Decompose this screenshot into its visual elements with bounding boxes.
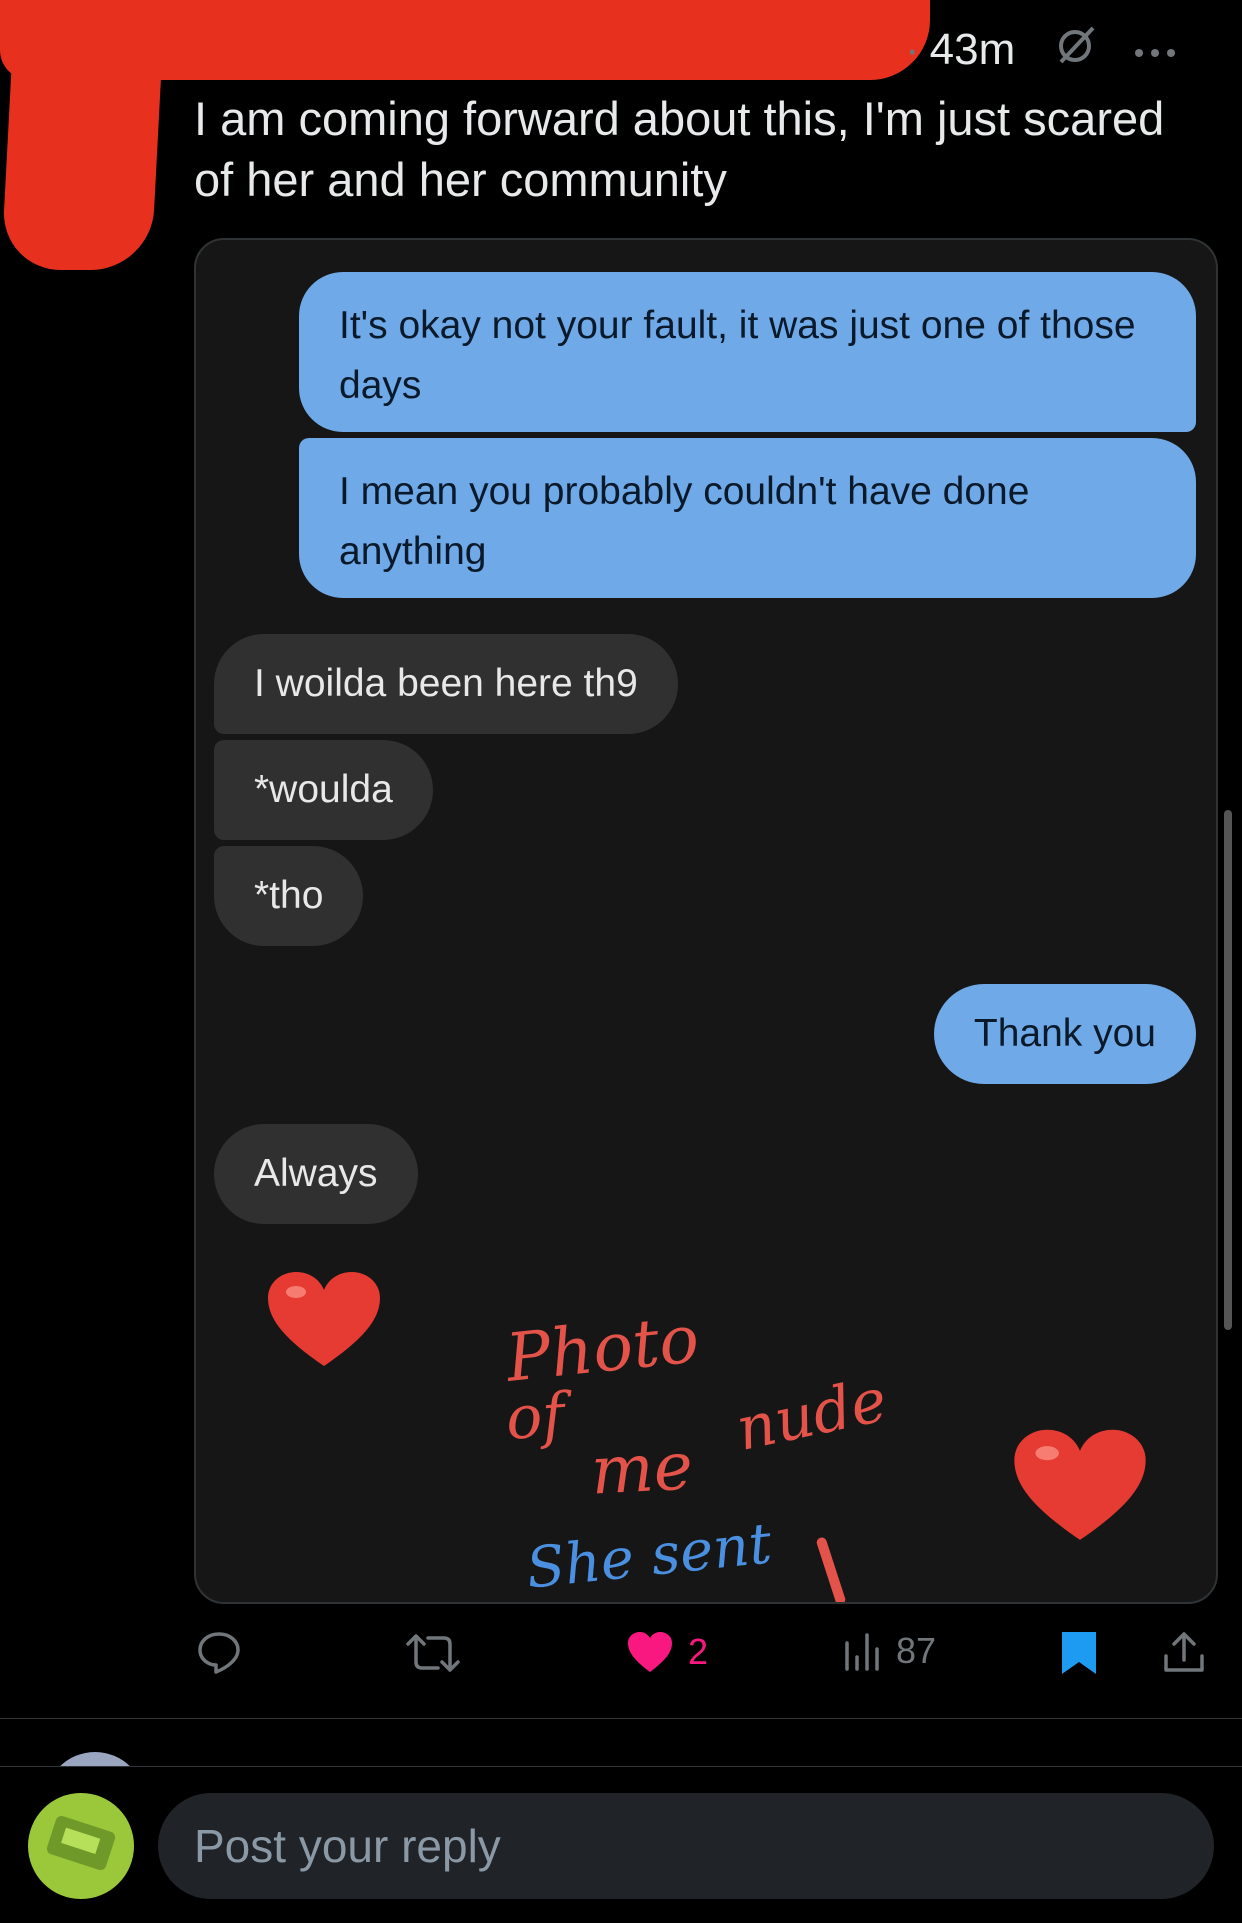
post-image[interactable]: It's okay not your fault, it was just on… — [194, 238, 1218, 1604]
bookmark-icon — [1060, 1630, 1098, 1676]
handwritten-annotation: of — [503, 1380, 567, 1454]
message-bubble-outgoing: Thank you — [933, 984, 1196, 1084]
grok-icon[interactable] — [1055, 22, 1099, 77]
heart-emoji-icon — [266, 1270, 382, 1375]
message-bubble-incoming: I woilda been here th9 — [214, 634, 678, 734]
handwritten-annotation: She sent — [523, 1511, 775, 1602]
message-bubble-outgoing: I mean you probably couldn't have done a… — [299, 438, 1196, 598]
views-button[interactable]: 87 — [842, 1630, 936, 1672]
handwritten-stroke — [815, 1536, 847, 1602]
redaction-mark — [15, 60, 135, 210]
bookmark-button[interactable] — [1060, 1630, 1098, 1676]
divider — [0, 1718, 1242, 1719]
message-bubble-outgoing: It's okay not your fault, it was just on… — [299, 272, 1196, 432]
view-count: 87 — [896, 1630, 937, 1671]
handwritten-annotation: me — [589, 1427, 695, 1510]
post-meta: · 43m — [905, 22, 1177, 77]
message-bubble-incoming: Always — [214, 1124, 418, 1224]
handwritten-annotation: nude — [730, 1365, 893, 1465]
post-text: I am coming forward about this, I'm just… — [194, 92, 1165, 206]
reply-icon — [196, 1630, 242, 1676]
like-button[interactable]: 2 — [626, 1630, 708, 1674]
post-action-bar: 2 87 — [194, 1630, 1224, 1680]
reply-input[interactable] — [158, 1793, 1214, 1899]
share-button[interactable] — [1162, 1630, 1206, 1674]
views-icon — [842, 1631, 882, 1671]
avatar[interactable] — [28, 1793, 134, 1899]
heart-icon — [626, 1630, 674, 1674]
message-bubble-incoming: *woulda — [214, 740, 433, 840]
repost-icon — [406, 1630, 460, 1676]
separator-dot: · — [905, 24, 920, 74]
post-age: 43m — [929, 24, 1016, 74]
heart-emoji-icon — [1012, 1426, 1148, 1551]
more-options-icon[interactable] — [1133, 33, 1177, 67]
scrollbar[interactable] — [1224, 810, 1232, 1330]
repost-button[interactable] — [406, 1630, 460, 1676]
share-icon — [1162, 1630, 1206, 1674]
reply-button[interactable] — [196, 1630, 242, 1676]
like-count: 2 — [688, 1631, 709, 1672]
message-bubble-incoming: *tho — [214, 846, 364, 946]
